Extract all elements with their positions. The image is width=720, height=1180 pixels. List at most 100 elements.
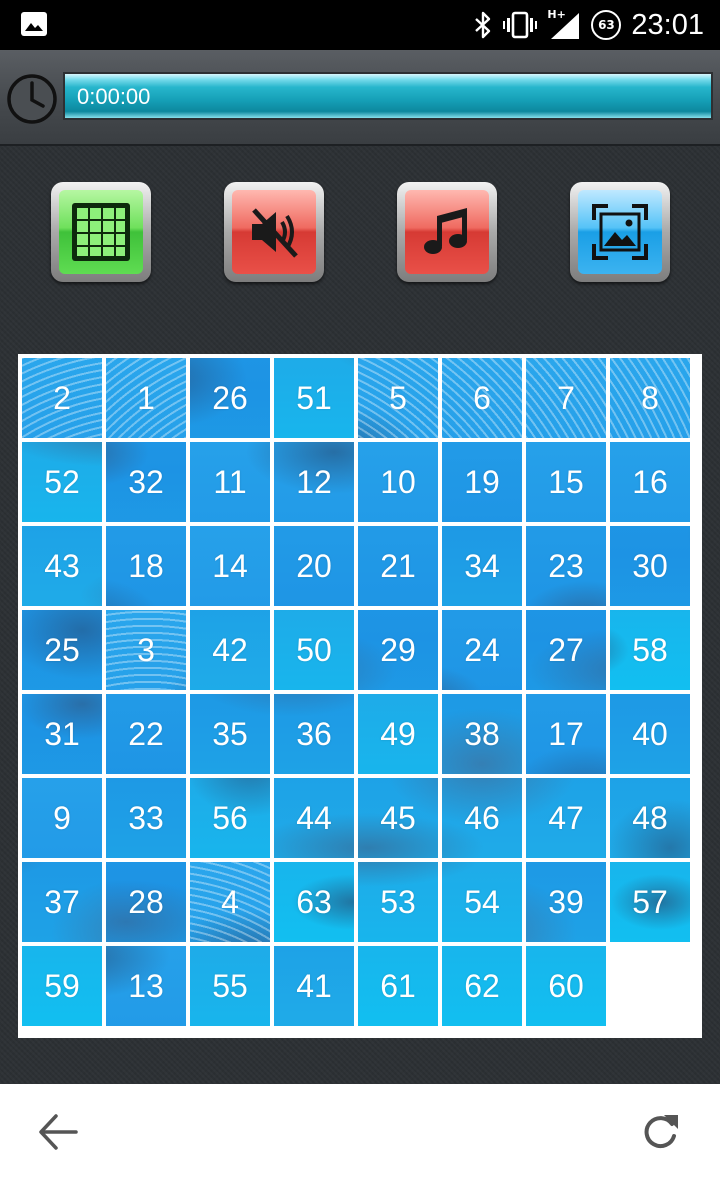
puzzle-tiles: 2 1 26 51 5 6 7 8 52 32 11 12 10 19 15 16 43 18 14 20 21 34 23…: [18, 354, 702, 1038]
puzzle-tile[interactable]: 63: [274, 862, 354, 942]
puzzle-tile[interactable]: 61: [358, 946, 438, 1026]
puzzle-tile[interactable]: 46: [442, 778, 522, 858]
puzzle-tile[interactable]: 35: [190, 694, 270, 774]
puzzle-tile[interactable]: 12: [274, 442, 354, 522]
tile-number: 52: [44, 463, 80, 500]
puzzle-tile[interactable]: 41: [274, 946, 354, 1026]
puzzle-tile[interactable]: 19: [442, 442, 522, 522]
puzzle-tile[interactable]: 53: [358, 862, 438, 942]
tile-number: 48: [632, 799, 668, 836]
tile-number: 21: [380, 547, 416, 584]
tile-number: 32: [128, 463, 164, 500]
image-preview-icon: [592, 204, 648, 260]
puzzle-tile[interactable]: 23: [526, 526, 606, 606]
puzzle-tile[interactable]: 34: [442, 526, 522, 606]
puzzle-tile[interactable]: 28: [106, 862, 186, 942]
image-preview-button[interactable]: [570, 182, 670, 282]
puzzle-tile[interactable]: 45: [358, 778, 438, 858]
puzzle-tile[interactable]: 27: [526, 610, 606, 690]
puzzle-tile[interactable]: 1: [106, 358, 186, 438]
navigation-bar: [0, 1084, 720, 1180]
puzzle-tile[interactable]: 17: [526, 694, 606, 774]
puzzle-tile[interactable]: 60: [526, 946, 606, 1026]
puzzle-tile[interactable]: 44: [274, 778, 354, 858]
puzzle-tile[interactable]: 36: [274, 694, 354, 774]
back-arrow-icon[interactable]: [36, 1112, 80, 1152]
puzzle-tile[interactable]: 16: [610, 442, 690, 522]
puzzle-tile[interactable]: 8: [610, 358, 690, 438]
puzzle-tile[interactable]: 6: [442, 358, 522, 438]
puzzle-tile[interactable]: 52: [22, 442, 102, 522]
music-button[interactable]: [397, 182, 497, 282]
puzzle-tile[interactable]: 25: [22, 610, 102, 690]
puzzle-tile[interactable]: 21: [358, 526, 438, 606]
puzzle-tile[interactable]: 48: [610, 778, 690, 858]
clock-icon: [7, 74, 57, 124]
puzzle-tile[interactable]: 30: [610, 526, 690, 606]
puzzle-tile[interactable]: 29: [358, 610, 438, 690]
puzzle-tile[interactable]: 20: [274, 526, 354, 606]
tile-number: 45: [380, 799, 416, 836]
puzzle-tile[interactable]: 57: [610, 862, 690, 942]
tile-number: 36: [296, 715, 332, 752]
puzzle-tile[interactable]: 33: [106, 778, 186, 858]
signal-icon: [551, 13, 580, 39]
tile-number: 57: [632, 883, 668, 920]
puzzle-tile[interactable]: 43: [22, 526, 102, 606]
game-area: 2 1 26 51 5 6 7 8 52 32 11 12 10 19 15 16 43 18 14 20 21 34 23…: [0, 146, 720, 1084]
puzzle-tile[interactable]: 51: [274, 358, 354, 438]
puzzle-tile[interactable]: 50: [274, 610, 354, 690]
tile-number: 41: [296, 967, 332, 1004]
image-icon: [21, 12, 47, 36]
puzzle-tile[interactable]: 11: [190, 442, 270, 522]
puzzle-tile[interactable]: 3: [106, 610, 186, 690]
status-bar: H+ 63 23:01: [0, 0, 720, 50]
puzzle-tile[interactable]: 26: [190, 358, 270, 438]
puzzle-tile[interactable]: 9: [22, 778, 102, 858]
puzzle-tile[interactable]: 18: [106, 526, 186, 606]
puzzle-tile[interactable]: 24: [442, 610, 522, 690]
tile-number: 12: [296, 463, 332, 500]
puzzle-tile[interactable]: 32: [106, 442, 186, 522]
refresh-icon[interactable]: [638, 1110, 682, 1154]
puzzle-tile[interactable]: 14: [190, 526, 270, 606]
puzzle-tile[interactable]: 2: [22, 358, 102, 438]
puzzle-tile[interactable]: 4: [190, 862, 270, 942]
puzzle-tile[interactable]: 22: [106, 694, 186, 774]
puzzle-tile[interactable]: 38: [442, 694, 522, 774]
puzzle-tile[interactable]: 56: [190, 778, 270, 858]
tile-number: 17: [548, 715, 584, 752]
puzzle-tile[interactable]: 31: [22, 694, 102, 774]
mute-button[interactable]: [224, 182, 324, 282]
puzzle-tile[interactable]: 47: [526, 778, 606, 858]
timer-value: 0:00:00: [77, 84, 151, 109]
puzzle-tile[interactable]: 42: [190, 610, 270, 690]
puzzle-tile[interactable]: 49: [358, 694, 438, 774]
puzzle-tile[interactable]: 55: [190, 946, 270, 1026]
tile-number: 3: [137, 631, 155, 668]
puzzle-tile[interactable]: 58: [610, 610, 690, 690]
puzzle-tile[interactable]: 5: [358, 358, 438, 438]
tile-number: 25: [44, 631, 80, 668]
puzzle-tile[interactable]: 13: [106, 946, 186, 1026]
vibrate-icon: [503, 11, 538, 39]
timer-progress-bar: 0:00:00: [63, 72, 713, 120]
tile-number: 9: [53, 799, 71, 836]
tile-number: 13: [128, 967, 164, 1004]
puzzle-tile[interactable]: 59: [22, 946, 102, 1026]
puzzle-tile[interactable]: 15: [526, 442, 606, 522]
tile-number: 43: [44, 547, 80, 584]
tile-number: 22: [128, 715, 164, 752]
puzzle-tile[interactable]: 62: [442, 946, 522, 1026]
grid-button[interactable]: [51, 182, 151, 282]
puzzle-tile[interactable]: 40: [610, 694, 690, 774]
tile-number: 62: [464, 967, 500, 1004]
empty-slot[interactable]: [610, 946, 690, 1026]
tile-number: 19: [464, 463, 500, 500]
puzzle-tile[interactable]: 39: [526, 862, 606, 942]
puzzle-tile[interactable]: 37: [22, 862, 102, 942]
puzzle-tile[interactable]: 54: [442, 862, 522, 942]
music-note-icon: [424, 208, 467, 254]
puzzle-tile[interactable]: 7: [526, 358, 606, 438]
puzzle-tile[interactable]: 10: [358, 442, 438, 522]
